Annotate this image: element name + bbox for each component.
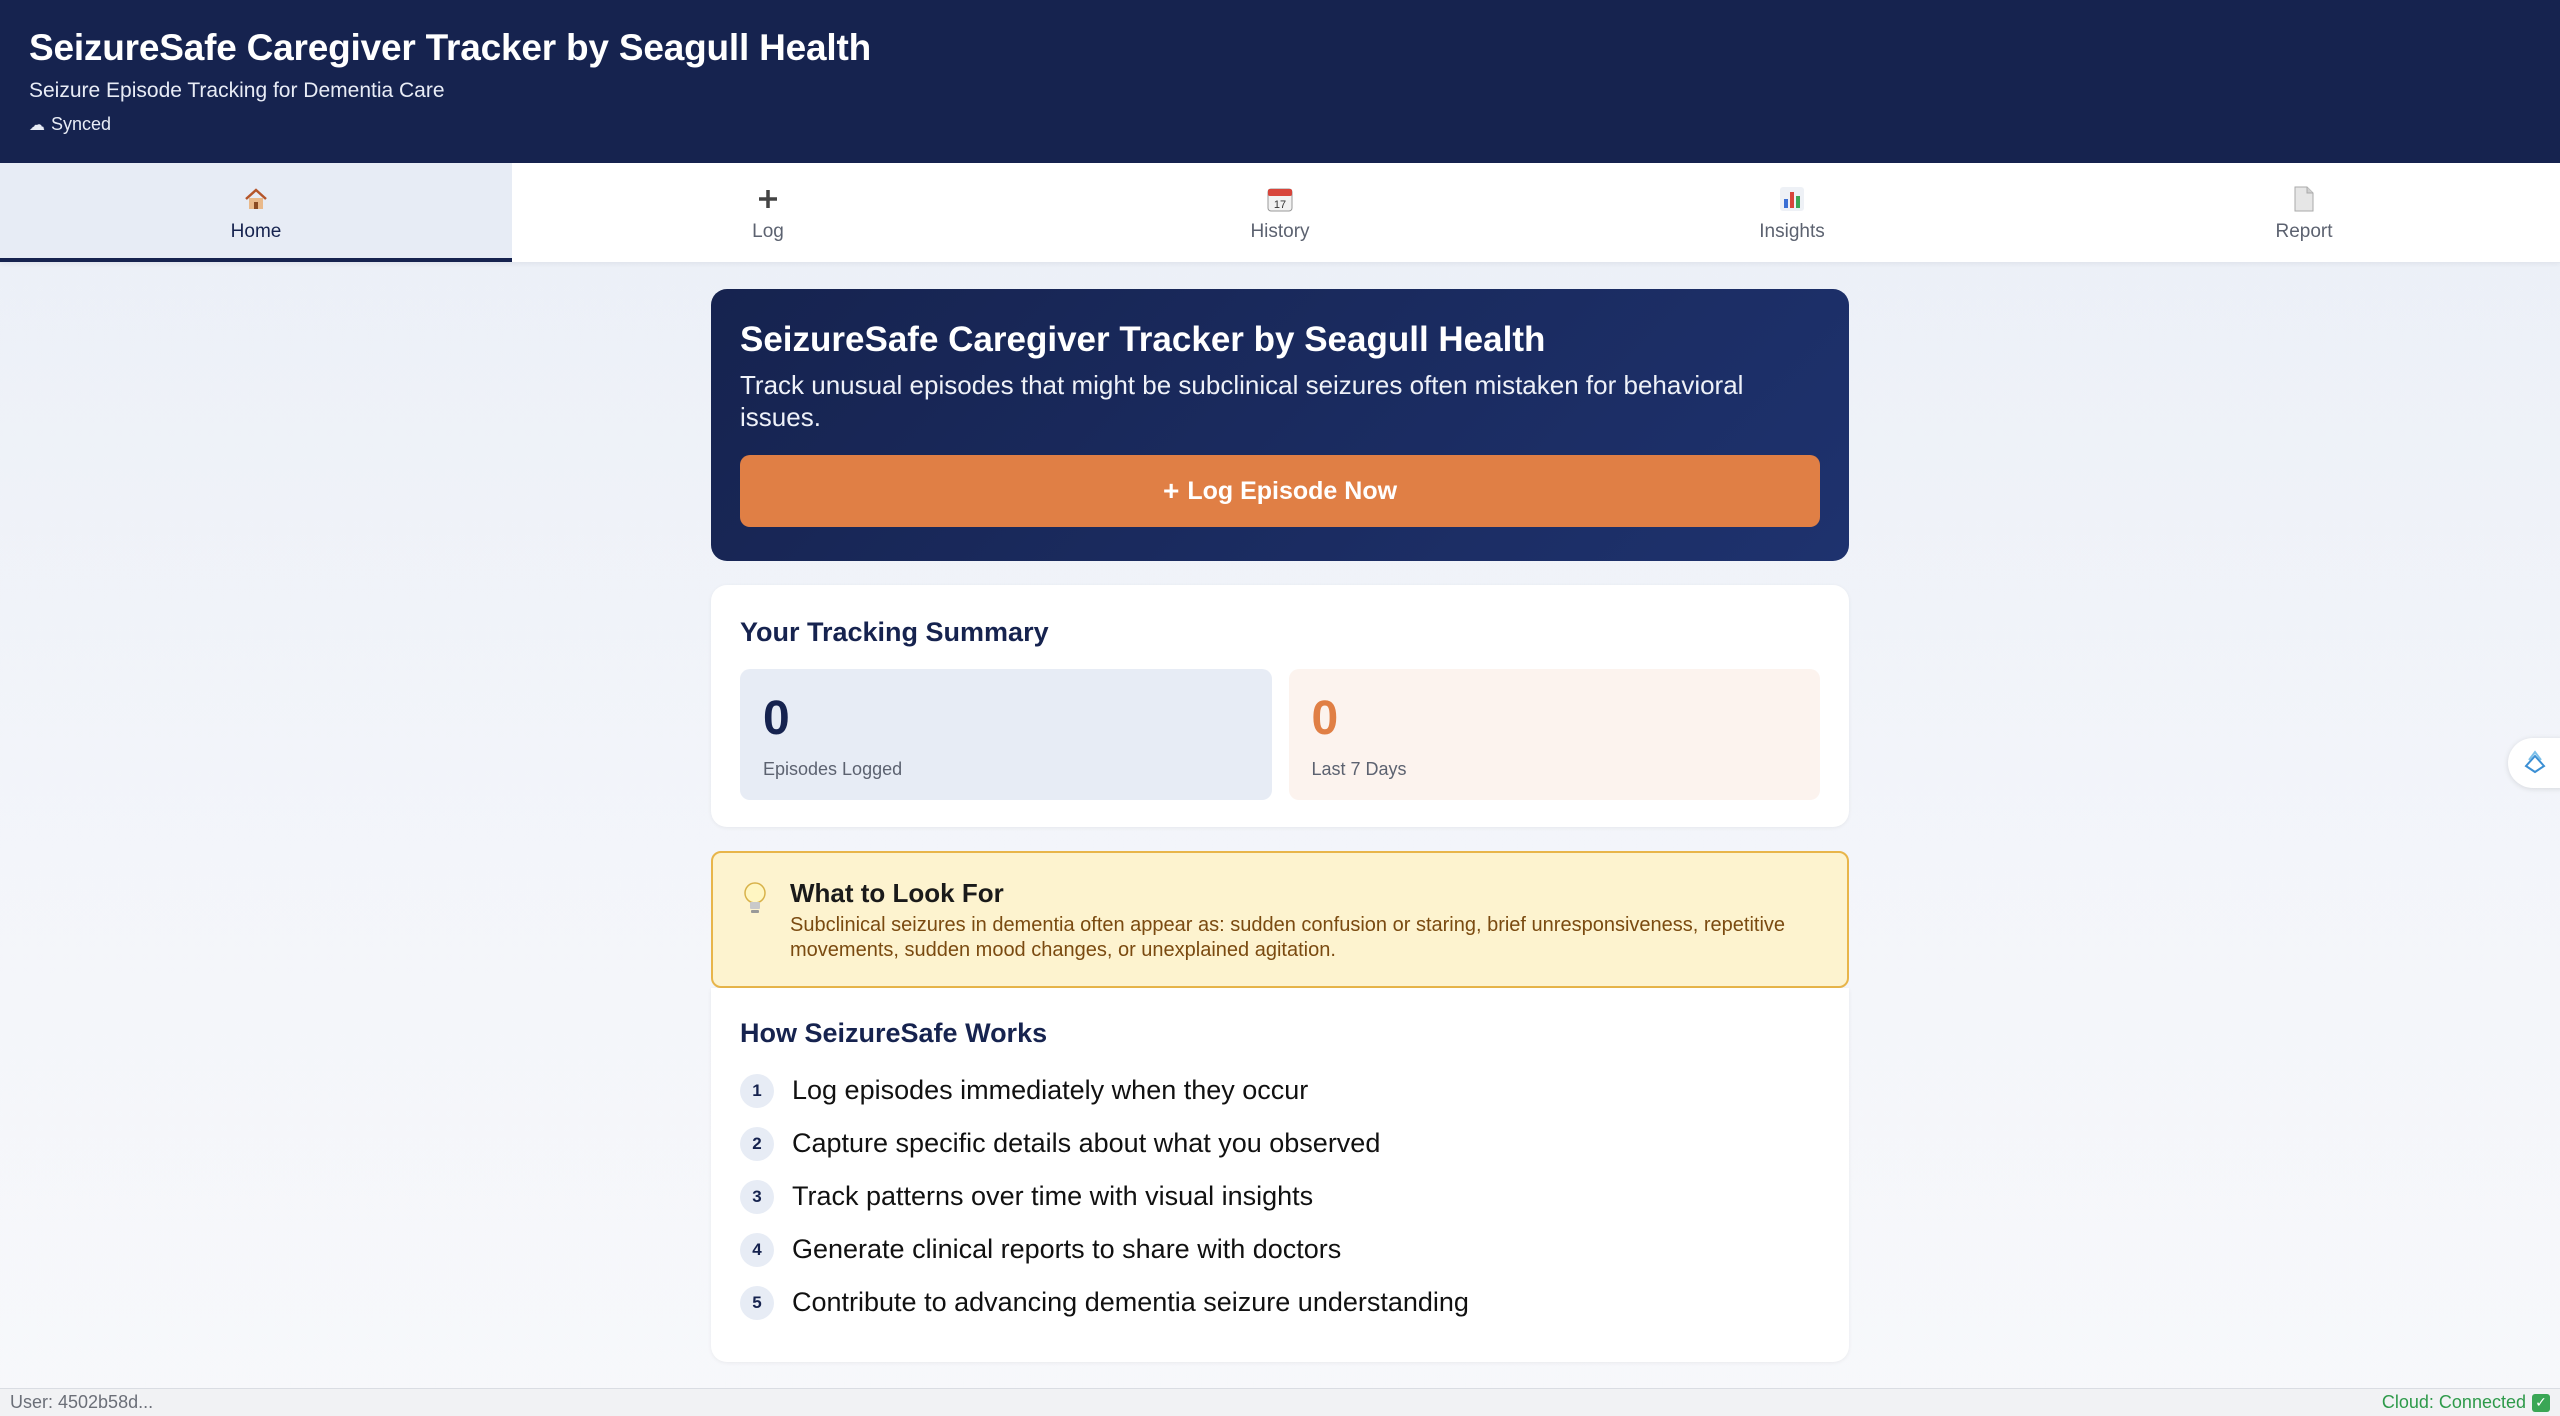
tab-log[interactable]: Log <box>512 163 1024 262</box>
summary-title: Your Tracking Summary <box>740 617 1049 647</box>
step-number: 3 <box>740 1179 774 1214</box>
steps-list: 1 Log episodes immediately when they occ… <box>740 1064 1820 1329</box>
tab-label: Log <box>752 220 784 242</box>
step-number: 1 <box>740 1073 774 1108</box>
step-text: Log episodes immediately when they occur <box>792 1075 1309 1105</box>
tab-history[interactable]: 17 History <box>1024 163 1536 262</box>
tab-label: Report <box>2275 220 2333 242</box>
last-7-days-value: 0 <box>1311 692 1339 745</box>
tab-bar: Home Log 17 History Insights Report <box>0 163 2560 263</box>
app-header: SeizureSafe Caregiver Tracker by Seagull… <box>0 0 2560 163</box>
calendar-icon: 17 <box>1266 183 1294 215</box>
cloud-icon: ☁ <box>29 116 45 134</box>
step-text: Capture specific details about what you … <box>792 1128 1381 1158</box>
tip-title: What to Look For <box>790 878 1004 908</box>
last-7-days-label: Last 7 Days <box>1311 759 1407 779</box>
hero-card: SeizureSafe Caregiver Tracker by Seagull… <box>711 289 1849 561</box>
tip-content: What to Look For Subclinical seizures in… <box>790 877 1818 964</box>
episodes-logged-stat: 0 Episodes Logged <box>740 669 1272 800</box>
plus-icon <box>756 183 780 215</box>
helper-icon <box>2522 748 2548 779</box>
last-7-days-stat: 0 Last 7 Days <box>1288 669 1820 800</box>
tab-home[interactable]: Home <box>0 163 512 262</box>
step-text: Track patterns over time with visual ins… <box>792 1181 1314 1211</box>
cloud-status-label: Cloud: Connected <box>2381 1392 2526 1412</box>
house-icon <box>242 183 270 215</box>
sync-label: Synced <box>51 114 112 134</box>
list-item: 2 Capture specific details about what yo… <box>740 1117 1820 1170</box>
tab-label: Home <box>230 220 282 242</box>
check-icon: ✓ <box>2532 1393 2550 1412</box>
how-it-works-card: How SeizureSafe Works 1 Log episodes imm… <box>711 988 1849 1362</box>
episodes-logged-label: Episodes Logged <box>763 759 903 779</box>
step-text: Contribute to advancing dementia seizure… <box>792 1287 1469 1317</box>
svg-text:17: 17 <box>1274 199 1286 211</box>
log-episode-label: Log Episode Now <box>1187 476 1398 505</box>
step-number: 2 <box>740 1126 774 1161</box>
tab-label: History <box>1250 220 1310 242</box>
tracking-summary-card: Your Tracking Summary 0 Episodes Logged … <box>711 585 1849 827</box>
step-number: 5 <box>740 1285 774 1320</box>
hero-title: SeizureSafe Caregiver Tracker by Seagull… <box>740 320 1546 359</box>
bar-chart-icon <box>1778 183 1806 215</box>
list-item: 1 Log episodes immediately when they occ… <box>740 1064 1820 1117</box>
side-helper-button[interactable] <box>2508 738 2560 788</box>
tab-insights[interactable]: Insights <box>1536 163 2048 262</box>
app-title: SeizureSafe Caregiver Tracker by Seagull… <box>29 27 871 68</box>
user-id: User: 4502b58d... <box>10 1392 154 1412</box>
stat-row: 0 Episodes Logged 0 Last 7 Days <box>740 669 1820 800</box>
plus-icon: + <box>1162 475 1180 506</box>
cloud-status: Cloud: Connected ✓ <box>2382 1392 2550 1413</box>
tip-body: Subclinical seizures in dementia often a… <box>790 914 1786 961</box>
what-to-look-for-card: What to Look For Subclinical seizures in… <box>711 851 1849 988</box>
list-item: 3 Track patterns over time with visual i… <box>740 1170 1820 1223</box>
app-subtitle: Seizure Episode Tracking for Dementia Ca… <box>29 79 445 102</box>
status-footer: User: 4502b58d... Cloud: Connected ✓ <box>0 1388 2560 1416</box>
lightbulb-icon <box>742 877 772 964</box>
step-number: 4 <box>740 1232 774 1267</box>
how-it-works-title: How SeizureSafe Works <box>740 1018 1048 1048</box>
tab-report[interactable]: Report <box>2048 163 2560 262</box>
step-text: Generate clinical reports to share with … <box>792 1234 1342 1264</box>
sync-status: ☁ Synced <box>29 114 2531 135</box>
home-content: SeizureSafe Caregiver Tracker by Seagull… <box>711 289 1849 1362</box>
hero-description: Track unusual episodes that might be sub… <box>740 370 1744 432</box>
tab-label: Insights <box>1759 220 1825 242</box>
list-item: 5 Contribute to advancing dementia seizu… <box>740 1276 1820 1329</box>
document-icon <box>2292 183 2316 215</box>
log-episode-button[interactable]: + Log Episode Now <box>740 455 1820 527</box>
episodes-logged-value: 0 <box>763 692 790 745</box>
list-item: 4 Generate clinical reports to share wit… <box>740 1223 1820 1276</box>
